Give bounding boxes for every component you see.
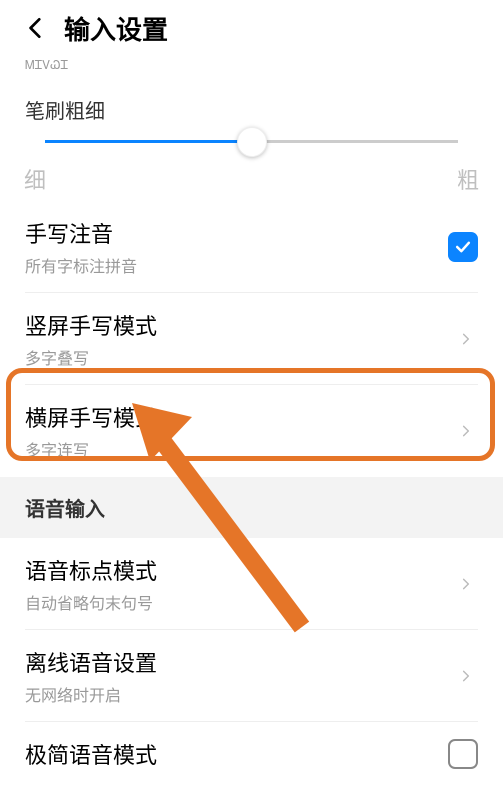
item-title: 竖屏手写模式: [25, 309, 157, 341]
landscape-handwriting-row[interactable]: 横屏手写模式 多字连写: [0, 385, 503, 477]
minimal-voice-row[interactable]: 极简语音模式: [0, 722, 503, 786]
checkbox-on-icon[interactable]: [448, 232, 478, 262]
voice-section-header: 语音输入: [0, 477, 503, 538]
header: 输入设置: [0, 0, 503, 56]
item-title: 手写注音: [25, 217, 137, 249]
page-title: 输入设置: [64, 10, 168, 47]
chevron-right-icon: [454, 572, 478, 596]
item-title: 离线语音设置: [25, 646, 157, 678]
settings-list: 手写注音 所有字标注拼音 竖屏手写模式 多字叠写 横屏手写模式 多字连写: [0, 201, 503, 477]
item-sub: 多字叠写: [25, 345, 157, 369]
item-sub: 自动省略句末句号: [25, 590, 157, 614]
voice-punctuation-row[interactable]: 语音标点模式 自动省略句末句号: [0, 538, 503, 630]
slider-min-label: 细: [24, 163, 46, 195]
offline-voice-row[interactable]: 离线语音设置 无网络时开启: [0, 630, 503, 722]
item-sub: 所有字标注拼音: [25, 253, 137, 277]
slider-max-label: 粗: [457, 163, 479, 195]
checkbox-off-icon[interactable]: [448, 739, 478, 769]
voice-list: 语音标点模式 自动省略句末句号 离线语音设置 无网络时开启 极简语音模式: [0, 538, 503, 786]
item-title: 极简语音模式: [25, 738, 157, 770]
brush-slider[interactable]: [0, 132, 503, 149]
truncated-text: ᎷᏆᏙᏇᏆ: [0, 56, 503, 73]
slider-labels: 细 粗: [0, 149, 503, 201]
chevron-right-icon: [454, 664, 478, 688]
handwriting-pinyin-row[interactable]: 手写注音 所有字标注拼音: [0, 201, 503, 293]
slider-thumb[interactable]: [237, 127, 267, 157]
chevron-right-icon: [454, 327, 478, 351]
item-sub: 无网络时开启: [25, 682, 157, 706]
brush-label: 笔刷粗细: [0, 73, 503, 132]
chevron-right-icon: [454, 419, 478, 443]
portrait-handwriting-row[interactable]: 竖屏手写模式 多字叠写: [0, 293, 503, 385]
item-sub: 多字连写: [25, 437, 157, 461]
back-button[interactable]: [16, 8, 56, 48]
item-title: 语音标点模式: [25, 554, 157, 586]
item-title: 横屏手写模式: [25, 401, 157, 433]
